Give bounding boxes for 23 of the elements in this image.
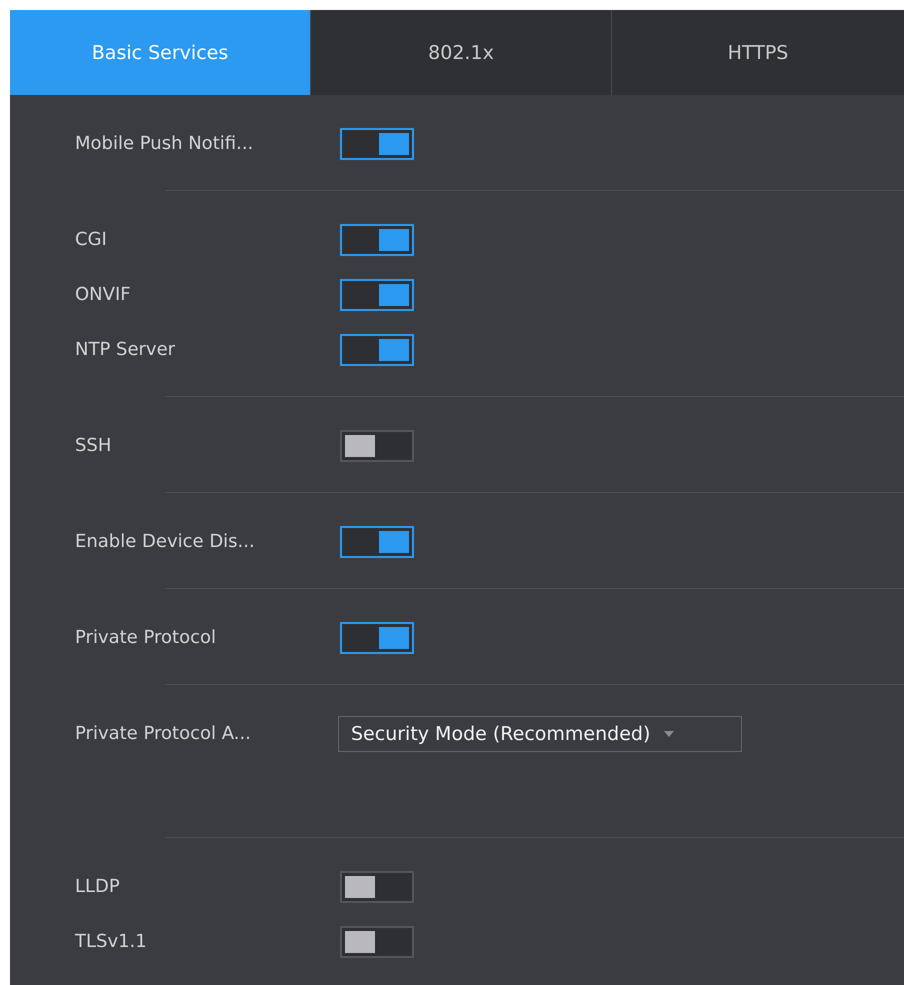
setting-label: CGI (75, 229, 108, 250)
setting-label: Private Protocol (75, 627, 218, 648)
setting-label: Private Protocol A... (75, 723, 252, 744)
tab[interactable]: 802.1x (310, 10, 611, 95)
toggle-switch[interactable] (340, 430, 414, 462)
toggle-switch[interactable] (340, 526, 414, 558)
tab[interactable]: HTTPS (611, 10, 904, 95)
toggle-switch[interactable] (340, 278, 414, 310)
toggle-switch[interactable] (340, 870, 414, 902)
caret-icon (664, 730, 674, 736)
setting-label: Mobile Push Notifi... (75, 133, 254, 154)
toggle-switch[interactable] (340, 926, 414, 958)
setting-label: TLSv1.1 (75, 931, 148, 952)
toggle-switch[interactable] (340, 622, 414, 654)
toggle-switch[interactable] (340, 128, 414, 160)
toggle-switch[interactable] (340, 224, 414, 256)
setting-label: SSH (75, 435, 112, 456)
setting-label: NTP Server (75, 339, 176, 360)
setting-label: ONVIF (75, 284, 132, 305)
toggle-switch[interactable] (340, 334, 414, 366)
dropdown-select[interactable]: Security Mode (Recommended) (338, 716, 742, 752)
setting-label: Enable Device Dis... (75, 531, 256, 552)
setting-label: LLDP (75, 876, 121, 897)
